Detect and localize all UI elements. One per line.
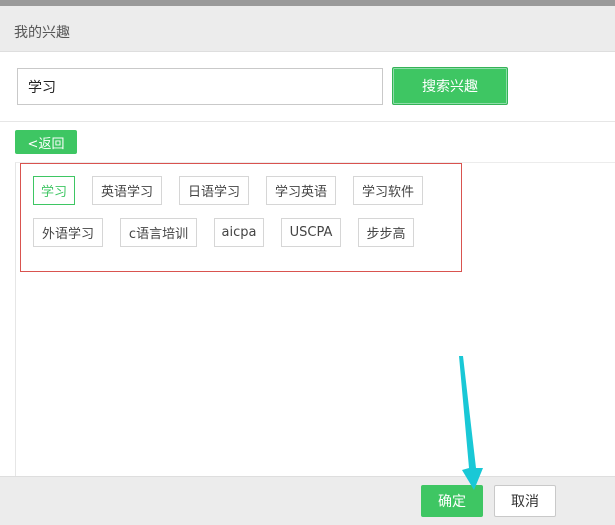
tag-item[interactable]: 英语学习 bbox=[92, 176, 162, 205]
dialog-title: 我的兴趣 bbox=[14, 25, 70, 41]
dialog-header: 我的兴趣 bbox=[0, 6, 615, 52]
confirm-button[interactable]: 确定 bbox=[421, 485, 483, 517]
tag-item[interactable]: c语言培训 bbox=[120, 218, 197, 247]
tag-item[interactable]: aicpa bbox=[214, 218, 264, 247]
cancel-button[interactable]: 取消 bbox=[494, 485, 556, 517]
tag-item[interactable]: 学习英语 bbox=[266, 176, 336, 205]
tag-item[interactable]: 学习软件 bbox=[353, 176, 423, 205]
tag-item[interactable]: 步步高 bbox=[358, 218, 414, 247]
search-row: 搜索兴趣 bbox=[0, 52, 615, 122]
tag-item[interactable]: 日语学习 bbox=[179, 176, 249, 205]
search-interest-button[interactable]: 搜索兴趣 bbox=[392, 67, 508, 105]
back-button[interactable]: <返回 bbox=[15, 130, 77, 154]
tag-item[interactable]: USCPA bbox=[281, 218, 341, 247]
tag-item[interactable]: 外语学习 bbox=[33, 218, 103, 247]
tag-item[interactable]: 学习 bbox=[33, 176, 75, 205]
search-input[interactable] bbox=[17, 68, 383, 105]
